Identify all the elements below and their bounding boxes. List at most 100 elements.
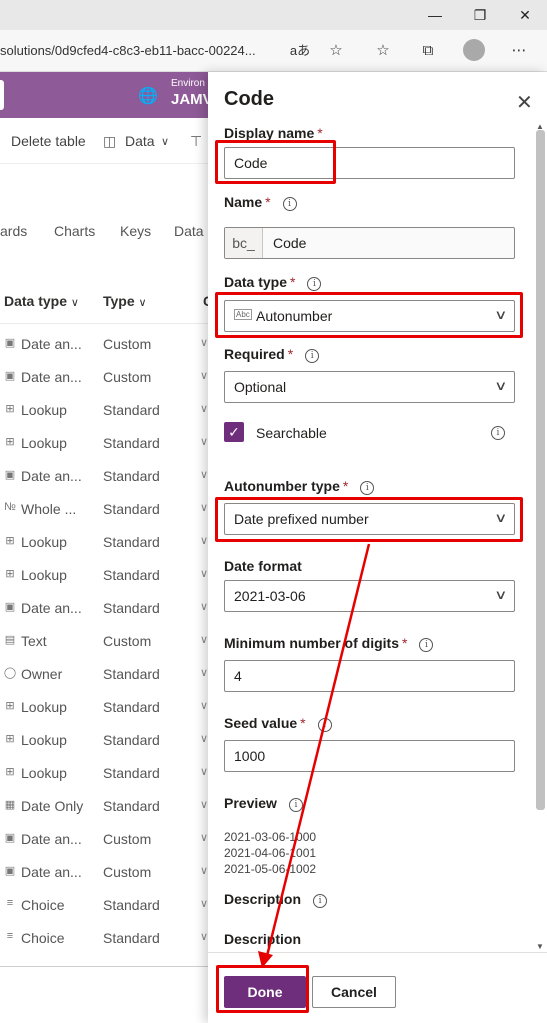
add-favorite-icon[interactable]: ☆ <box>324 39 348 63</box>
tab-keys[interactable]: Keys <box>120 223 151 239</box>
environment-name[interactable]: JAMV <box>171 91 213 108</box>
favorites-icon[interactable]: ☆ <box>371 39 395 63</box>
data-type-cell: Lookup <box>21 699 67 715</box>
table-row[interactable]: ▣ Date an... Standard ∨ <box>0 459 210 492</box>
table-row[interactable]: ▣ Date an... Custom ∨ <box>0 360 210 393</box>
info-icon[interactable]: i <box>313 894 328 908</box>
info-icon[interactable]: i <box>288 798 303 812</box>
collections-icon[interactable]: ⧉ <box>416 39 440 63</box>
data-type-cell: Lookup <box>21 534 67 550</box>
info-icon[interactable]: i <box>491 426 505 440</box>
chevron-down-icon[interactable]: ∨ <box>200 831 208 844</box>
tab-charts[interactable]: Charts <box>54 223 95 239</box>
info-icon[interactable]: i <box>307 277 322 291</box>
info-icon[interactable]: i <box>317 718 332 732</box>
chevron-down-icon[interactable]: ∨ <box>200 468 208 481</box>
close-icon[interactable]: ✕ <box>514 4 536 26</box>
name-input[interactable]: bc_ Code <box>224 227 515 259</box>
type-cell: Custom <box>103 633 152 649</box>
table-row[interactable]: ≡ Choice Standard ∨ <box>0 888 210 921</box>
preview-label: Preview i <box>224 795 303 812</box>
chevron-down-icon[interactable]: ∨ <box>200 435 208 448</box>
info-icon[interactable]: i <box>305 349 320 363</box>
horizontal-scrollbar[interactable] <box>0 966 210 967</box>
scroll-thumb[interactable] <box>536 130 545 810</box>
seed-value-input[interactable]: 1000 <box>224 740 515 772</box>
data-type-cell: Date an... <box>21 369 82 385</box>
chevron-down-icon[interactable]: ∨ <box>200 699 208 712</box>
profile-avatar[interactable] <box>463 39 485 61</box>
lookup-icon: ⊞ <box>5 733 15 745</box>
chevron-down-icon[interactable]: ∨ <box>200 765 208 778</box>
table-row[interactable]: ▤ Text Custom ∨ <box>0 624 210 657</box>
table-row[interactable]: ▣ Date an... Custom ∨ <box>0 327 210 360</box>
required-dropdown[interactable]: Optional ∨ <box>224 371 515 403</box>
table-row[interactable]: ≡ Choice Standard ∨ <box>0 921 210 954</box>
info-icon[interactable]: i <box>419 638 434 652</box>
table-row[interactable]: ⊞ Lookup Standard ∨ <box>0 756 210 789</box>
cancel-button[interactable]: Cancel <box>312 976 396 1008</box>
lookup-icon: ⊞ <box>5 766 15 778</box>
table-row[interactable]: ▣ Date an... Custom ∨ <box>0 855 210 888</box>
data-menu-button[interactable]: Data <box>125 133 155 149</box>
table-row[interactable]: ⊞ Lookup Standard ∨ <box>0 723 210 756</box>
chevron-down-icon[interactable]: ∨ <box>200 369 208 382</box>
chevron-down-icon[interactable]: ∨ <box>200 732 208 745</box>
type-cell: Standard <box>103 930 160 946</box>
table-row[interactable]: ⊞ Lookup Standard ∨ <box>0 690 210 723</box>
date-format-dropdown[interactable]: 2021-03-06 ∨ <box>224 580 515 612</box>
table-row[interactable]: ⊞ Lookup Standard ∨ <box>0 393 210 426</box>
chevron-down-icon[interactable]: ∨ <box>200 336 208 349</box>
chevron-down-icon[interactable]: ∨ <box>200 600 208 613</box>
min-digits-input[interactable]: 4 <box>224 660 515 692</box>
table-row[interactable]: ▣ Date an... Standard ∨ <box>0 591 210 624</box>
table-row[interactable]: ⊞ Lookup Standard ∨ <box>0 525 210 558</box>
chevron-down-icon[interactable]: ∨ <box>200 798 208 811</box>
close-icon[interactable]: ✕ <box>516 90 533 115</box>
done-button[interactable]: Done <box>224 976 306 1008</box>
restore-icon[interactable]: ❐ <box>469 4 491 26</box>
back-button[interactable] <box>0 80 4 110</box>
tab-dashboards[interactable]: ards <box>0 223 27 239</box>
chevron-down-icon[interactable]: ∨ <box>200 534 208 547</box>
table-row[interactable]: № Whole ... Standard ∨ <box>0 492 210 525</box>
type-cell: Standard <box>103 699 160 715</box>
chevron-down-icon[interactable]: ∨ <box>200 402 208 415</box>
data-type-dropdown[interactable]: Abc Autonumber ∨ <box>224 300 515 332</box>
hierarchy-icon[interactable]: ⊤ <box>190 133 202 150</box>
info-icon[interactable]: i <box>360 481 375 495</box>
name-label: Name * i <box>224 194 297 211</box>
chevron-down-icon[interactable]: ∨ <box>200 666 208 679</box>
display-name-input[interactable]: Code <box>224 147 515 179</box>
info-icon[interactable]: i <box>282 197 297 211</box>
data-type-cell: Choice <box>21 930 65 946</box>
chevron-down-icon[interactable]: ∨ <box>200 567 208 580</box>
minimize-icon[interactable]: — <box>424 4 446 26</box>
column-header-data-type[interactable]: Data type ∨ <box>4 293 79 309</box>
delete-table-button[interactable]: Delete table <box>11 133 86 149</box>
type-cell: Standard <box>103 897 160 913</box>
scroll-down-icon[interactable]: ▼ <box>536 942 544 951</box>
preview-line: 2021-05-06-1002 <box>224 862 317 876</box>
autonumber-type-dropdown[interactable]: Date prefixed number ∨ <box>224 503 515 535</box>
searchable-checkbox[interactable]: ✓ <box>224 422 244 442</box>
table-row[interactable]: ◯ Owner Standard ∨ <box>0 657 210 690</box>
type-cell: Standard <box>103 600 160 616</box>
type-cell: Standard <box>103 534 160 550</box>
url-field[interactable]: solutions/0d9cfed4-c8c3-eb11-bacc-00224.… <box>0 30 320 72</box>
chevron-down-icon[interactable]: ∨ <box>200 501 208 514</box>
table-row[interactable]: ▣ Date an... Custom ∨ <box>0 822 210 855</box>
chevron-down-icon[interactable]: ∨ <box>200 897 208 910</box>
command-bar: Delete table ◫ Data ∨ ⊤ <box>0 118 210 164</box>
table-row[interactable]: ⊞ Lookup Standard ∨ <box>0 426 210 459</box>
chevron-down-icon[interactable]: ∨ <box>200 633 208 646</box>
column-header-type[interactable]: Type ∨ <box>103 293 147 309</box>
chevron-down-icon[interactable]: ∨ <box>200 930 208 943</box>
table-row[interactable]: ⊞ Lookup Standard ∨ <box>0 558 210 591</box>
more-icon[interactable]: ⋯ <box>507 39 531 63</box>
read-aloud-icon[interactable]: aあ <box>288 39 312 63</box>
lookup-icon: ⊞ <box>5 403 15 415</box>
table-row[interactable]: ▦ Date Only Standard ∨ <box>0 789 210 822</box>
chevron-down-icon[interactable]: ∨ <box>200 864 208 877</box>
tab-data[interactable]: Data <box>174 223 204 239</box>
